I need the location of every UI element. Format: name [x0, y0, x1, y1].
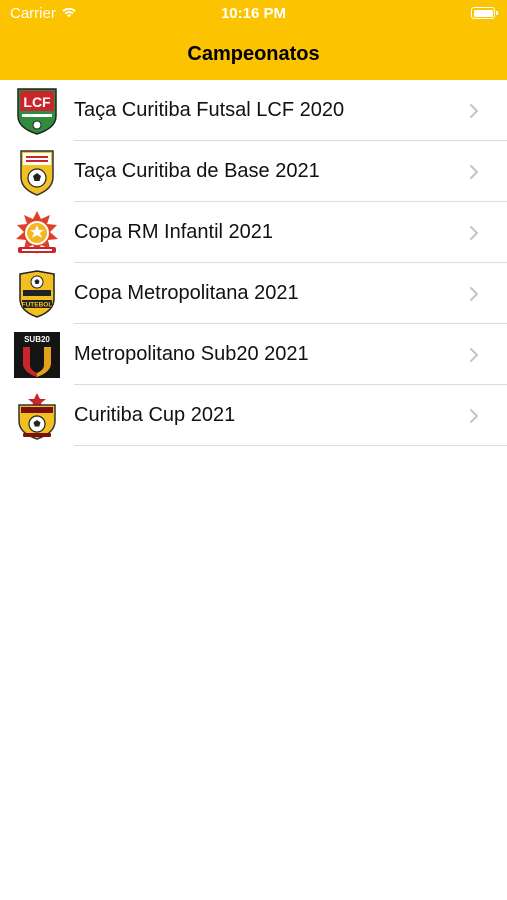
rm-infantil-crest-icon: [12, 208, 62, 258]
list-item[interactable]: SUB20 Metropolitano Sub20 2021: [0, 324, 507, 385]
chevron-right-icon: [469, 286, 483, 302]
list-item-label: Metropolitano Sub20 2021: [74, 343, 309, 365]
sub20-badge-icon: SUB20: [12, 330, 62, 380]
navigation-bar: Campeonatos: [0, 28, 507, 80]
status-time: 10:16 PM: [220, 5, 287, 22]
chevron-right-icon: [469, 408, 483, 424]
header: Carrier 10:16 PM Campeonatos: [0, 0, 507, 80]
metropolitana-shield-icon: FUTEBOL: [12, 269, 62, 319]
metropolitana-logo-text: FUTEBOL: [22, 301, 53, 308]
list-item[interactable]: FUTEBOL Copa Metropolitana 2021: [0, 263, 507, 324]
chevron-right-icon: [469, 225, 483, 241]
lcf-shield-icon: LCF: [12, 86, 62, 136]
list-item-label: Copa RM Infantil 2021: [74, 221, 274, 243]
status-bar: Carrier 10:16 PM: [0, 0, 507, 28]
list-item-label: Taça Curitiba Futsal LCF 2020: [74, 99, 345, 121]
base-shield-icon: [12, 147, 62, 197]
list-item[interactable]: Copa RM Infantil 2021: [0, 202, 507, 263]
list-item-label: Copa Metropolitana 2021: [74, 282, 299, 304]
list-item[interactable]: LCF Taça Curitiba Futsal LCF 2020: [0, 80, 507, 141]
list-item-label: Taça Curitiba de Base 2021: [74, 160, 320, 182]
championship-list: LCF Taça Curitiba Futsal LCF 2020 Taça C…: [0, 80, 507, 446]
chevron-right-icon: [469, 164, 483, 180]
battery-icon: [471, 7, 498, 19]
chevron-right-icon: [469, 103, 483, 119]
list-item[interactable]: Taça Curitiba de Base 2021: [0, 141, 507, 202]
sub20-logo-text: SUB20: [24, 335, 50, 344]
chevron-right-icon: [469, 347, 483, 363]
lcf-logo-text: LCF: [23, 94, 51, 110]
curitiba-cup-crest-icon: [12, 391, 62, 441]
list-item[interactable]: Curitiba Cup 2021: [0, 385, 507, 446]
list-item-label: Curitiba Cup 2021: [74, 404, 236, 426]
page-title: Campeonatos: [187, 42, 320, 65]
